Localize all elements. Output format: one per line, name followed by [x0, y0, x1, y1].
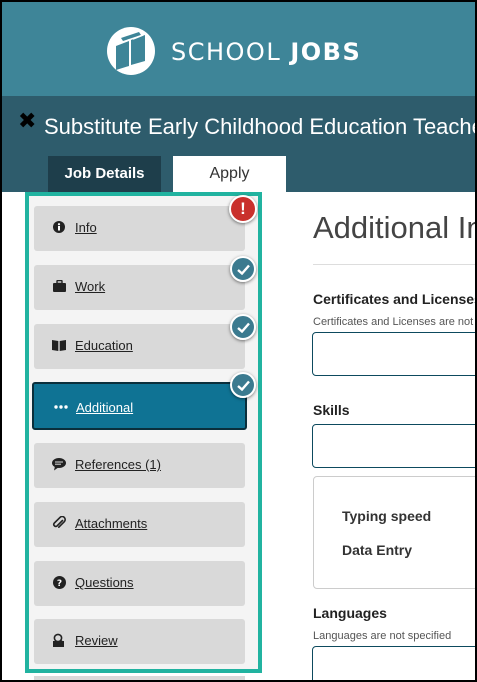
languages-label: Languages [313, 605, 387, 621]
tab-job-details[interactable]: Job Details [48, 156, 161, 192]
certificates-help: Certificates and Licenses are not specif… [313, 316, 475, 328]
question-icon: ? [51, 574, 67, 590]
book-icon [51, 337, 67, 353]
sidebar-item-label: Questions [75, 575, 134, 590]
sidebar-item-additional[interactable]: Additional [32, 382, 247, 430]
comment-icon [51, 456, 67, 472]
sidebar-next-item-partial [34, 676, 245, 680]
sidebar-item-review[interactable]: Review [34, 619, 245, 664]
certificates-label: Certificates and Licenses [313, 291, 477, 307]
job-title: Substitute Early Childhood Education Tea… [44, 114, 477, 139]
review-icon [51, 632, 67, 648]
sidebar-item-label: References (1) [75, 457, 161, 472]
checkmark-icon [230, 256, 256, 282]
sidebar-item-questions[interactable]: ? Questions [34, 561, 245, 606]
brand-jobs: JOBS [290, 38, 362, 66]
close-icon[interactable]: ✖ [18, 110, 36, 132]
sidebar-item-work[interactable]: Work [34, 265, 245, 310]
svg-text:?: ? [56, 579, 61, 589]
sidebar-item-label: Work [75, 279, 106, 294]
languages-input[interactable] [312, 646, 475, 680]
skill-item: Typing speed [342, 508, 432, 524]
brand-school: SCHOOL [171, 38, 282, 66]
page-title: Additional Information [313, 210, 475, 245]
application-window: SCHOOL JOBS ✖ Substitute Early Childhood… [0, 0, 477, 682]
sidebar-item-label: Education [75, 338, 133, 353]
sidebar-item-label: Additional [76, 400, 134, 415]
sidebar-item-label: Attachments [75, 516, 148, 531]
skills-list [313, 476, 475, 589]
info-icon [51, 219, 67, 235]
paperclip-icon [51, 515, 67, 531]
sidebar-item-info[interactable]: Info [34, 206, 245, 251]
error-alert-icon: ! [229, 195, 257, 223]
certificates-input[interactable] [312, 332, 475, 376]
tab-apply[interactable]: Apply [173, 156, 286, 192]
books-logo-icon [107, 27, 155, 75]
languages-help: Languages are not specified [313, 630, 452, 642]
brand-name: SCHOOL JOBS [171, 38, 361, 66]
checkmark-icon [230, 372, 256, 398]
sidebar-item-education[interactable]: Education [34, 324, 245, 369]
sidebar-item-label: Info [75, 220, 97, 235]
sidebar-item-references[interactable]: References (1) [34, 443, 245, 488]
sidebar-item-attachments[interactable]: Attachments [34, 502, 245, 547]
site-header: SCHOOL JOBS [2, 2, 475, 96]
title-divider [313, 264, 475, 265]
briefcase-icon [51, 278, 67, 294]
skills-input[interactable] [312, 424, 475, 468]
sidebar-item-label: Review [75, 633, 118, 648]
skill-item: Data Entry [342, 542, 413, 558]
skills-label: Skills [313, 402, 350, 418]
school-jobs-logo[interactable]: SCHOOL JOBS [105, 26, 365, 76]
ellipsis-icon [53, 399, 69, 415]
checkmark-icon [230, 314, 256, 340]
